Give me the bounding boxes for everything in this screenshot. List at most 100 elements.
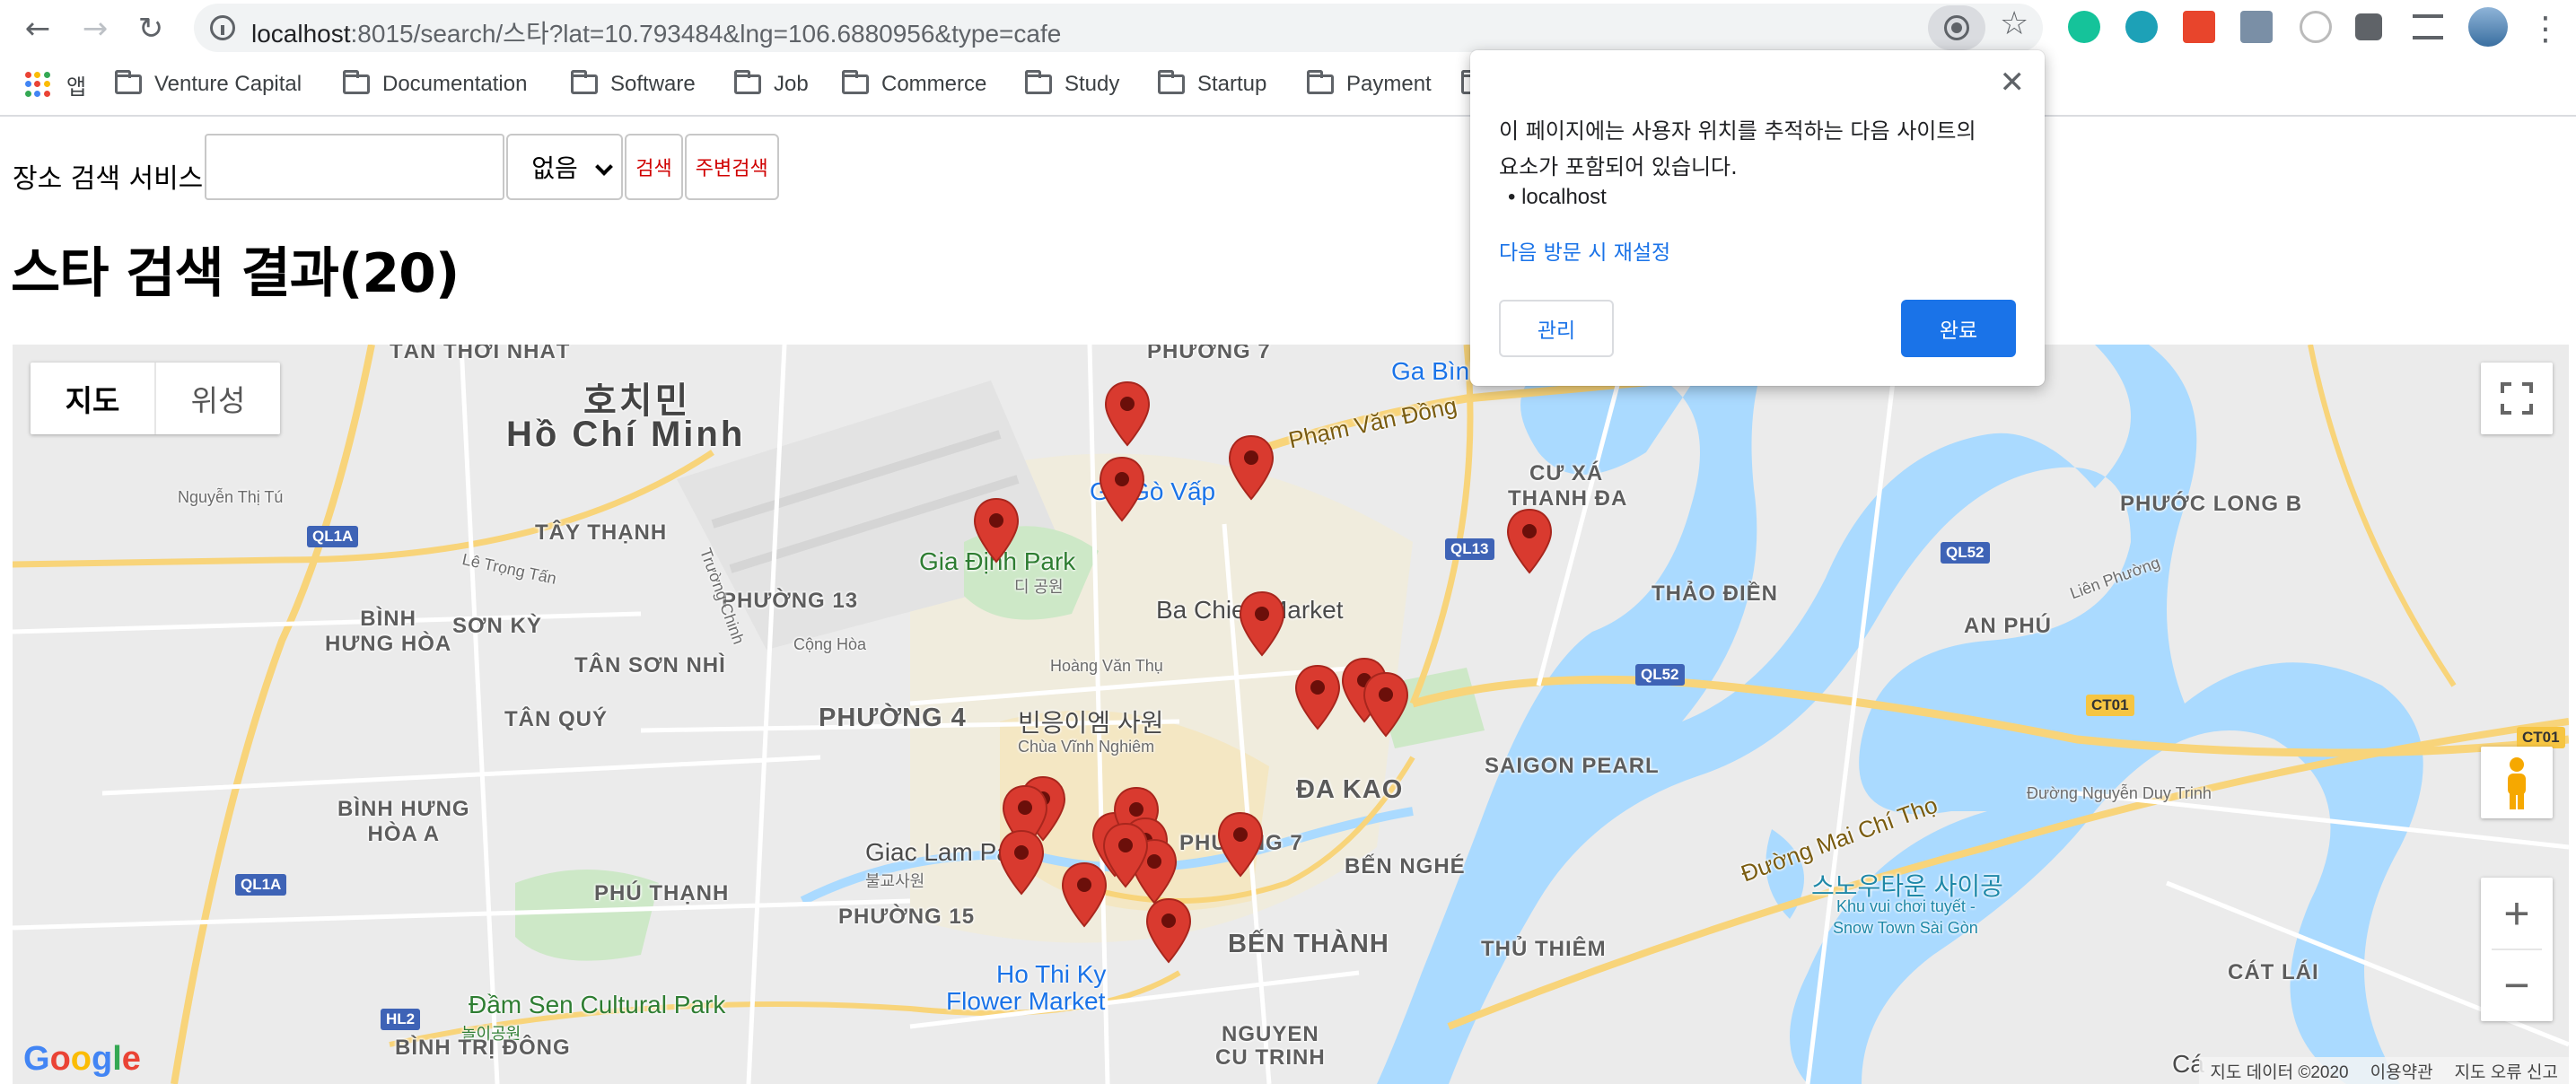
map-label-hoang-van-thu: Hoàng Văn Thụ	[1050, 657, 1163, 675]
map-label-phuong13: PHƯỜNG 13	[722, 589, 859, 613]
map-label-son-ky: SƠN KỲ	[452, 614, 542, 638]
map-label-binh-tri-dong: BÌNH TRỊ ĐÔNG	[395, 1036, 571, 1060]
map-label-dam-sen: Đầm Sen Cultural Park	[469, 991, 726, 1018]
zoom-out-button[interactable]: −	[2481, 949, 2553, 1021]
map-type-control: 지도 위성	[31, 363, 280, 434]
map-label-hcm: Hồ Chí Minh	[506, 415, 746, 454]
map-label-snow-en: Snow Town Sài Gòn	[1833, 919, 1978, 937]
menu-kebab-icon[interactable]: ⋮	[2524, 7, 2567, 50]
apps-grid-icon[interactable]	[25, 72, 50, 97]
search-button[interactable]: 검색	[625, 134, 683, 200]
marker-pin-icon	[1102, 822, 1149, 888]
folder-icon	[343, 70, 370, 94]
map-marker[interactable]	[1103, 380, 1152, 447]
map-label-vinh-nghiem: Chùa Vĩnh Nghiêm	[1018, 738, 1155, 756]
map-marker[interactable]	[972, 497, 1021, 564]
map-label-park-ko: 디 공원	[1014, 578, 1064, 596]
bookmark-payment[interactable]: Payment	[1307, 68, 1432, 101]
address-bar[interactable]: localhost:8015/search/스타?lat=10.793484&l…	[194, 4, 2043, 52]
map-marker[interactable]	[1216, 811, 1265, 878]
popup-message: 이 페이지에는 사용자 위치를 추적하는 다음 사이트의 요소가 포함되어 있습…	[1499, 118, 1976, 179]
bookmark-venture-capital[interactable]: Venture Capital	[115, 68, 302, 101]
map-marker[interactable]	[1144, 897, 1193, 964]
service-label: 장소 검색 서비스	[13, 163, 204, 195]
pegman-icon	[2508, 757, 2526, 809]
tool-extension-icon[interactable]	[2240, 11, 2273, 43]
folder-icon	[842, 70, 869, 94]
map-label-nguyen-thi-tu: Nguyễn Thị Tú	[178, 488, 284, 506]
type-select[interactable]: 없음	[506, 134, 624, 200]
google-logo[interactable]: Google	[23, 1040, 141, 1079]
reload-icon[interactable]: ↻	[129, 7, 172, 50]
browser-chrome: ← → ↻ localhost:8015/search/스타?lat=10.79…	[0, 0, 2576, 117]
road-shield: QL1A	[235, 874, 287, 896]
done-button[interactable]: 완료	[1901, 300, 2016, 357]
road-shield: QL13	[1445, 538, 1494, 560]
map-label-tan-quy: TÂN QUÝ	[504, 707, 608, 731]
reading-list-icon[interactable]	[2413, 14, 2443, 39]
marker-pin-icon	[1239, 590, 1285, 657]
map[interactable]: TÂN THỚI NHẤT 호치민 Hồ Chí Minh PHƯỜNG 7 G…	[13, 345, 2569, 1084]
bookmark-job[interactable]: Job	[734, 68, 809, 101]
manage-button[interactable]: 관리	[1499, 300, 1614, 357]
street-view-pegman[interactable]	[2481, 747, 2553, 818]
url-text[interactable]: localhost:8015/search/스타?lat=10.793484&l…	[251, 14, 1061, 50]
map-label-phuong15: PHƯỜNG 15	[838, 905, 976, 929]
nearby-search-button[interactable]: 주변검색	[684, 134, 779, 200]
map-label-phuong4: PHƯỜNG 4	[819, 704, 967, 732]
marker-pin-icon	[1099, 456, 1145, 522]
map-marker[interactable]	[1505, 508, 1554, 574]
bookmark-commerce[interactable]: Commerce	[842, 68, 986, 101]
search-input[interactable]	[205, 134, 505, 200]
road-shield: QL1A	[307, 526, 359, 547]
bookmark-startup[interactable]: Startup	[1158, 68, 1266, 101]
marker-pin-icon	[973, 497, 1020, 564]
back-icon[interactable]: ←	[16, 7, 59, 50]
fullscreen-button[interactable]	[2481, 363, 2553, 434]
m-extension-icon[interactable]	[2125, 11, 2158, 43]
reset-next-visit-link[interactable]: 다음 방문 시 재설정	[1499, 235, 1670, 266]
bookmark-study[interactable]: Study	[1025, 68, 1119, 101]
grammarly-extension-icon[interactable]	[2068, 11, 2100, 43]
map-label-giac-lam-ko: 불교사원	[865, 872, 925, 890]
marker-pin-icon	[998, 829, 1045, 896]
map-marker[interactable]	[997, 829, 1046, 896]
map-marker[interactable]	[1362, 671, 1410, 738]
fullscreen-icon	[2501, 382, 2533, 415]
map-type-satellite-button[interactable]: 위성	[156, 363, 280, 434]
bookmark-star-icon[interactable]: ☆	[2000, 5, 2028, 42]
map-marker[interactable]	[1227, 434, 1275, 501]
zoom-in-button[interactable]: +	[2481, 878, 2553, 949]
map-marker[interactable]	[1293, 664, 1342, 730]
location-permission-popup: ✕ 이 페이지에는 사용자 위치를 추적하는 다음 사이트의 요소가 포함되어 …	[1470, 50, 2045, 386]
terms-link[interactable]: 이용약관	[2370, 1059, 2433, 1083]
map-label-vinh-nghiem-ko: 빈응이엠 사원	[1018, 709, 1164, 737]
map-label-tan-son-nhi: TÂN SƠN NHÌ	[574, 653, 726, 678]
map-type-map-button[interactable]: 지도	[31, 363, 156, 434]
profile-avatar[interactable]	[2468, 7, 2508, 47]
site-info-icon[interactable]	[210, 15, 235, 40]
marker-pin-icon	[1217, 811, 1264, 878]
bookmark-apps[interactable]: 앱	[66, 68, 86, 101]
map-marker[interactable]	[1101, 822, 1150, 888]
map-label-tay-thanh: TÂY THẠNH	[535, 520, 668, 545]
extensions-puzzle-icon[interactable]	[2355, 13, 2382, 40]
timer-extension-icon[interactable]	[2300, 11, 2332, 43]
folder-icon	[115, 70, 142, 94]
red-extension-icon[interactable]	[2183, 11, 2215, 43]
map-label-ben-thanh: BẾN THÀNH	[1228, 930, 1389, 958]
bookmark-documentation[interactable]: Documentation	[343, 68, 527, 101]
map-data-credit: 지도 데이터 ©2020	[2210, 1062, 2349, 1082]
map-base-layer	[13, 345, 2569, 1084]
forward-icon[interactable]: →	[74, 7, 117, 50]
road-shield: CT01	[2517, 727, 2565, 748]
location-blocked-icon[interactable]	[1928, 5, 1985, 50]
close-icon[interactable]: ✕	[2000, 65, 2026, 101]
map-marker[interactable]	[1098, 456, 1146, 522]
map-marker[interactable]	[1238, 590, 1286, 657]
report-error-link[interactable]: 지도 오류 신고	[2455, 1059, 2558, 1083]
map-label-snow-vi: Khu vui chơi tuyết -	[1836, 897, 1976, 915]
zoom-control: + −	[2481, 878, 2553, 1021]
bookmark-software[interactable]: Software	[571, 68, 696, 101]
marker-pin-icon	[1362, 671, 1409, 738]
